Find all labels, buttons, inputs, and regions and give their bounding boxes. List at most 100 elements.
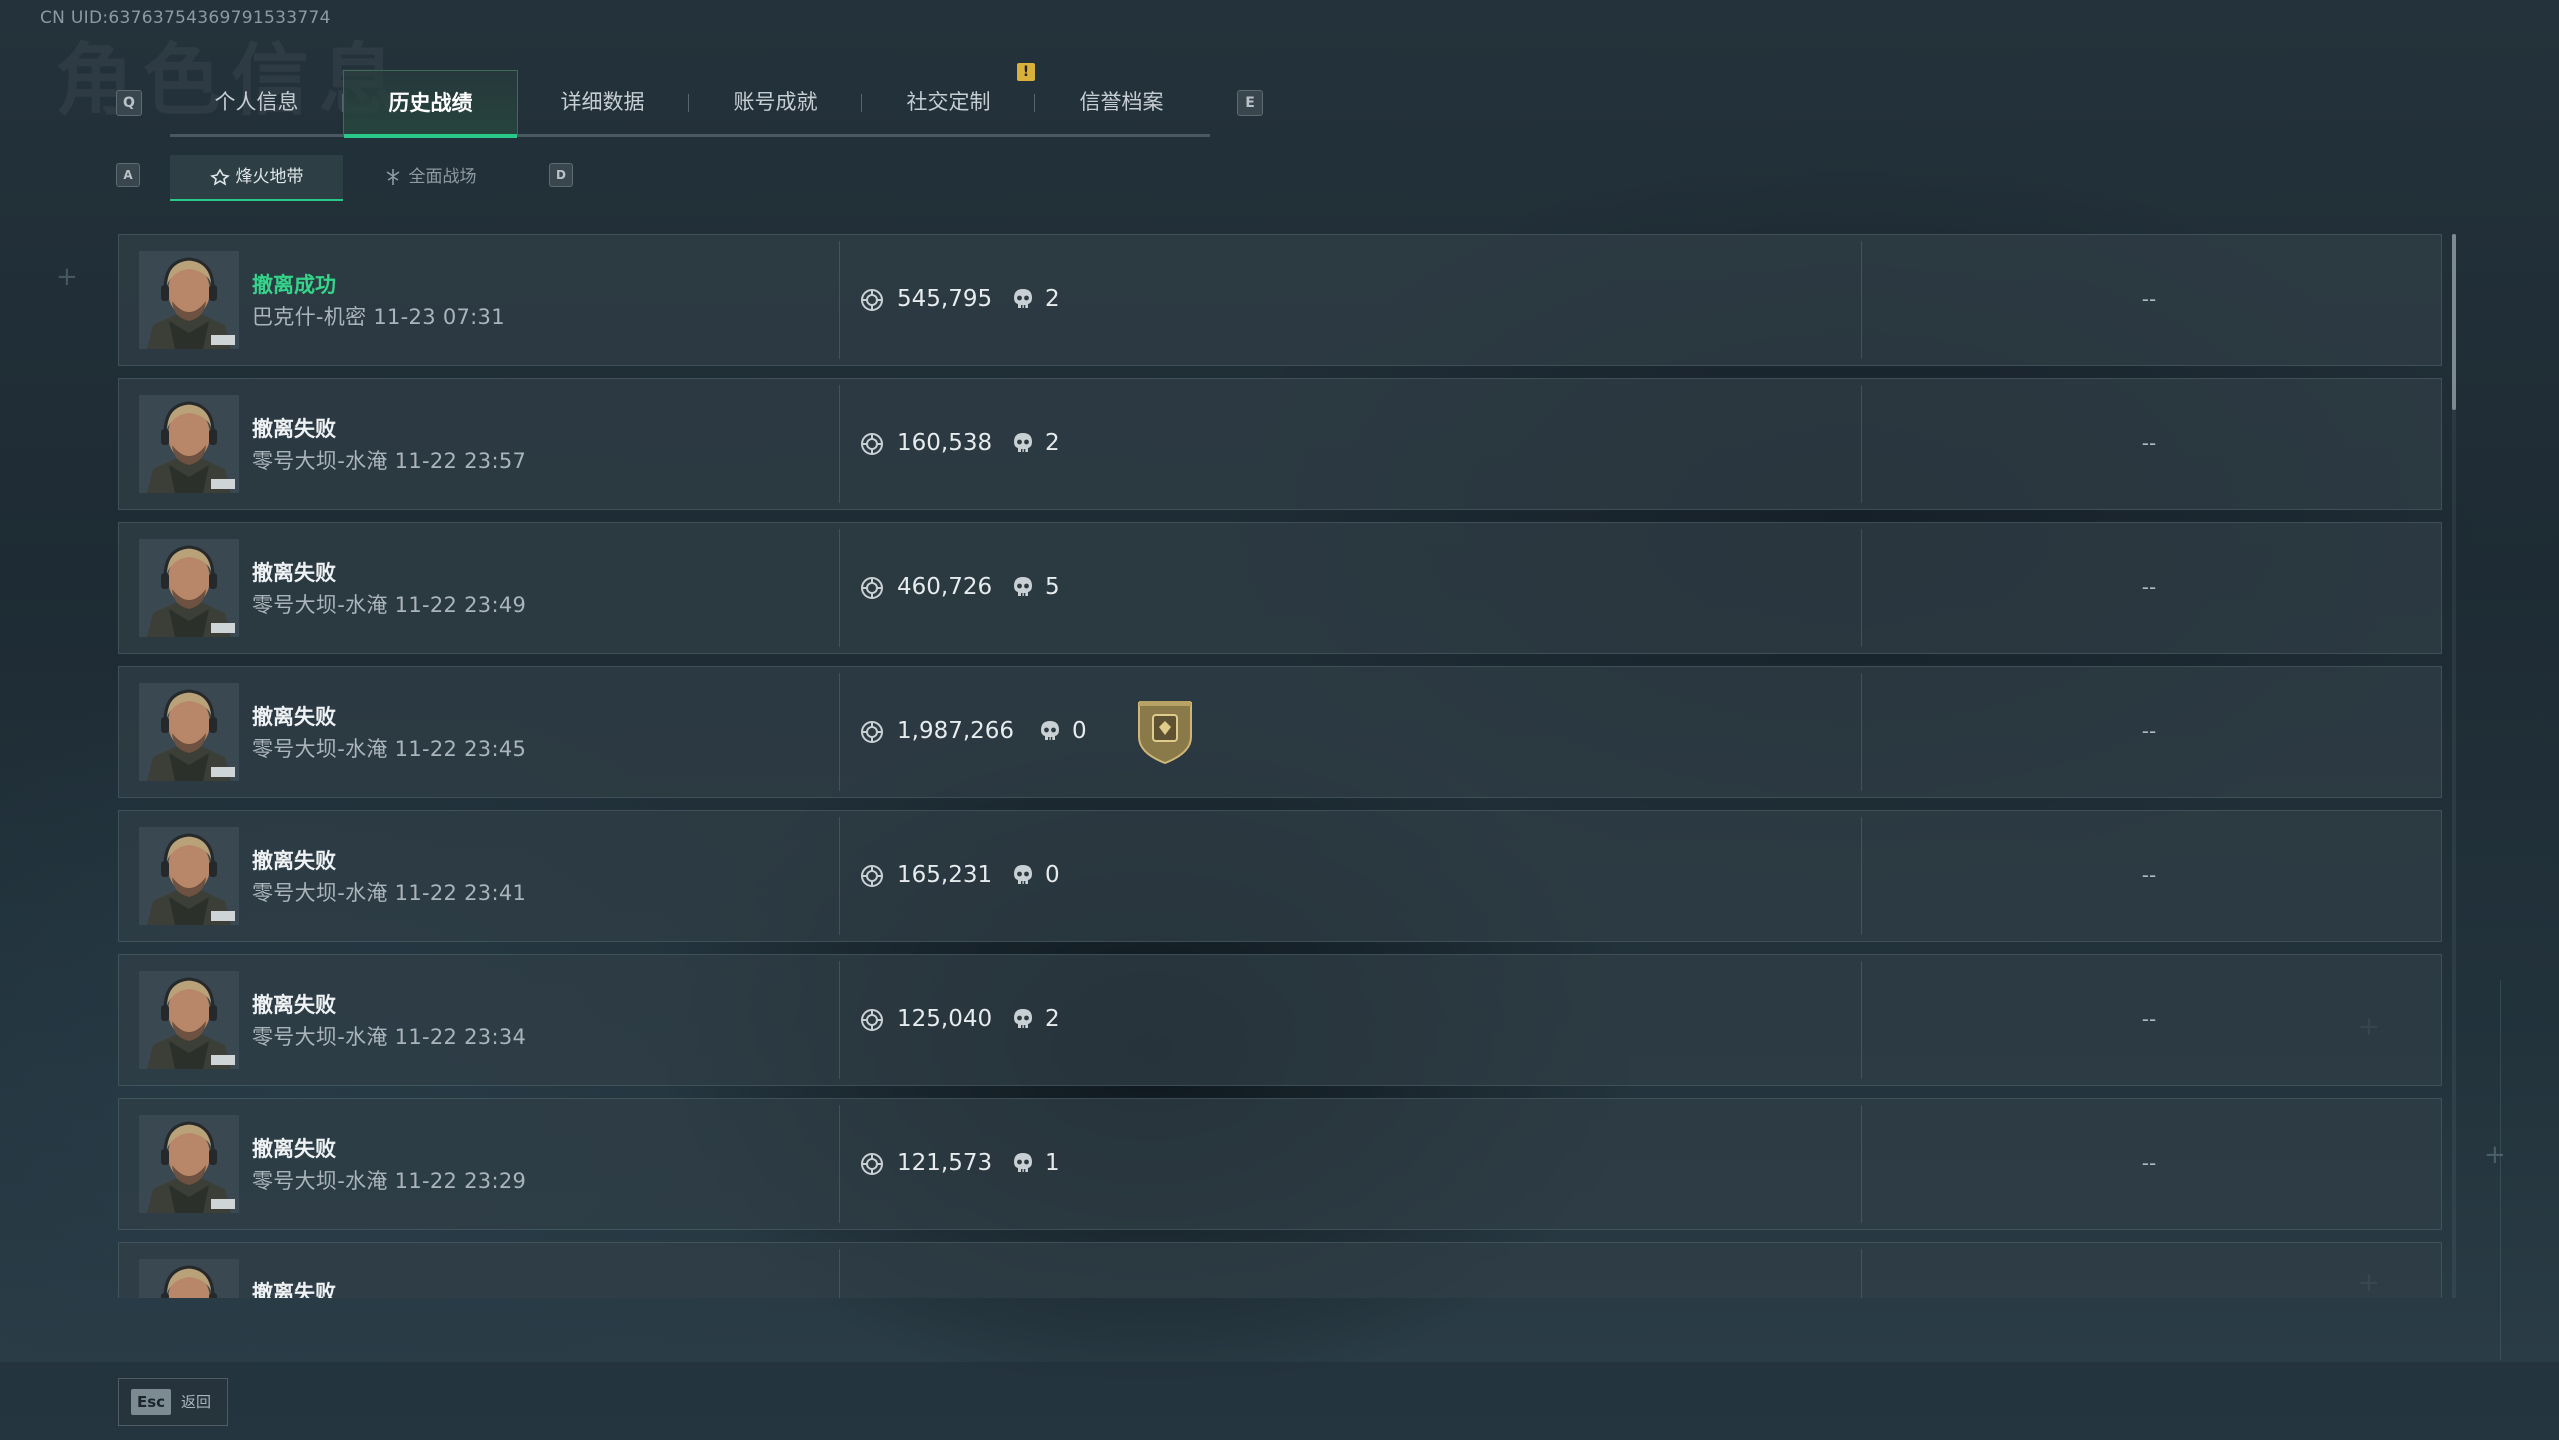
column-divider xyxy=(839,817,840,935)
tab-account-achievements[interactable]: 账号成就 xyxy=(689,70,862,134)
column-divider xyxy=(1861,1105,1862,1223)
crosshair-decoration: + xyxy=(56,262,78,292)
column-divider xyxy=(1861,673,1862,791)
extraction-status: 撤离失败 xyxy=(252,417,336,441)
skull-icon xyxy=(1012,1008,1034,1032)
extraction-status: 撤离失败 xyxy=(252,705,336,729)
match-row[interactable]: 撤离失败零号大坝-水淹 11-22 23:57 160,538 2 -- xyxy=(118,378,2442,510)
coin-icon xyxy=(860,432,884,456)
extracted-value: 165,231 xyxy=(897,862,993,888)
extracted-value: 1,987,266 xyxy=(897,718,1015,744)
extracted-value: 125,040 xyxy=(897,1006,993,1032)
kill-count: 5 xyxy=(1045,574,1060,600)
extraction-status: 撤离成功 xyxy=(252,273,336,297)
skull-icon xyxy=(1012,1152,1034,1176)
column-divider xyxy=(839,385,840,503)
operator-avatar xyxy=(139,539,239,637)
column-divider xyxy=(839,529,840,647)
grid-line-decoration xyxy=(2500,980,2501,1360)
back-button-label: 返回 xyxy=(181,1393,212,1411)
match-row[interactable]: 撤离失败 零号大坝-水淹 11-22 23:34 125,040 2 -- xyxy=(118,954,2442,1086)
extraction-mode-icon xyxy=(209,168,230,186)
coin-icon xyxy=(860,576,884,600)
tab-personal-info[interactable]: 个人信息 xyxy=(170,70,343,134)
next-mode-key-hint[interactable]: D xyxy=(549,163,573,187)
map-and-time: 零号大坝-水淹 11-22 23:29 xyxy=(252,1169,527,1193)
skull-icon xyxy=(1012,432,1034,456)
column-divider xyxy=(1861,529,1862,647)
coin-icon xyxy=(860,1008,884,1032)
column-divider xyxy=(1861,817,1862,935)
main-tab-bar: 个人信息 历史战绩 详细数据 账号成就 社交定制 信誉档案 xyxy=(170,70,1210,138)
operator-avatar xyxy=(139,683,239,781)
prev-tab-key-hint[interactable]: Q xyxy=(116,90,142,116)
extra-info: -- xyxy=(2141,1007,2157,1031)
column-divider xyxy=(839,673,840,791)
match-row[interactable]: 撤离失败零号大坝-水淹 11-22 23:41 165,231 0 -- xyxy=(118,810,2442,942)
match-row[interactable]: 撤离失败 xyxy=(118,1242,2442,1298)
kill-count: 0 xyxy=(1045,862,1060,888)
map-and-time: 巴克什-机密 11-23 07:31 xyxy=(252,305,505,329)
column-divider xyxy=(1861,1249,1862,1298)
kill-count: 2 xyxy=(1045,286,1060,312)
extracted-value: 160,538 xyxy=(897,430,993,456)
map-and-time: 零号大坝-水淹 11-22 23:34 xyxy=(252,1025,527,1049)
operator-avatar xyxy=(139,971,239,1069)
footer-bar xyxy=(0,1362,2559,1440)
map-and-time: 零号大坝-水淹 11-22 23:41 xyxy=(252,881,527,905)
tab-social-customization[interactable]: 社交定制 xyxy=(862,70,1035,134)
operator-avatar xyxy=(139,1115,239,1213)
extraction-status: 撤离失败 xyxy=(252,849,336,873)
tab-warfare-mode-label: 全面战场 xyxy=(408,167,477,187)
operator-avatar xyxy=(139,1259,239,1298)
extra-info: -- xyxy=(2141,863,2157,887)
match-history-list: 撤离成功 巴克什-机密 11-23 07:31 545,795 2 -- 撤离失败 零号大坝… xyxy=(118,234,2442,1298)
match-row[interactable]: 撤离成功 巴克什-机密 11-23 07:31 545,795 2 -- xyxy=(118,234,2442,366)
map-and-time: 零号大坝-水淹 11-22 23:49 xyxy=(252,593,527,617)
operator-avatar xyxy=(139,395,239,493)
esc-key-hint: Esc xyxy=(131,1389,171,1415)
extracted-value: 460,726 xyxy=(897,574,993,600)
map-and-time: 零号大坝-水淹 11-22 23:57 xyxy=(252,449,527,473)
extracted-value: 121,573 xyxy=(897,1150,993,1176)
kill-count: 0 xyxy=(1072,718,1087,744)
column-divider xyxy=(1861,241,1862,359)
tab-detailed-data[interactable]: 详细数据 xyxy=(516,70,689,134)
extraction-status: 撤离失败 xyxy=(252,561,336,585)
column-divider xyxy=(839,961,840,1079)
tab-extraction-mode-label: 烽火地带 xyxy=(235,167,304,187)
match-row[interactable]: 撤离失败零号大坝-水淹 11-22 23:45 1,987,266 0 -- xyxy=(118,666,2442,798)
scrollbar-thumb[interactable] xyxy=(2452,234,2456,410)
next-tab-key-hint[interactable]: E xyxy=(1237,90,1263,116)
coin-icon xyxy=(860,288,884,312)
coin-icon xyxy=(860,720,884,744)
match-row[interactable]: 撤离失败 零号大坝-水淹 11-22 23:29 121,573 1 -- xyxy=(118,1098,2442,1230)
column-divider xyxy=(839,241,840,359)
match-row[interactable]: 撤离失败零号大坝-水淹 11-22 23:49 460,726 5 -- xyxy=(118,522,2442,654)
back-button[interactable]: Esc 返回 xyxy=(118,1378,228,1426)
tab-match-history[interactable]: 历史战绩 xyxy=(343,70,518,138)
extra-info: -- xyxy=(2141,1151,2157,1175)
medal-badge-icon[interactable] xyxy=(1135,697,1195,765)
column-divider xyxy=(839,1105,840,1223)
tab-warfare-mode[interactable]: 全面战场 xyxy=(343,155,516,199)
column-divider xyxy=(1861,385,1862,503)
column-divider xyxy=(839,1249,840,1298)
skull-icon xyxy=(1039,720,1061,744)
extra-info: -- xyxy=(2141,575,2157,599)
warfare-mode-icon xyxy=(386,169,399,185)
coin-icon xyxy=(860,864,884,888)
tab-reputation-file[interactable]: 信誉档案 xyxy=(1035,70,1208,134)
prev-mode-key-hint[interactable]: A xyxy=(116,163,140,187)
extra-info: -- xyxy=(2141,287,2157,311)
skull-icon xyxy=(1012,576,1034,600)
operator-avatar xyxy=(139,251,239,349)
tab-extraction-mode[interactable]: 烽火地带 xyxy=(170,155,343,201)
kill-count: 1 xyxy=(1045,1150,1060,1176)
kill-count: 2 xyxy=(1045,430,1060,456)
map-and-time: 零号大坝-水淹 11-22 23:45 xyxy=(252,737,527,761)
extra-info: -- xyxy=(2141,719,2157,743)
skull-icon xyxy=(1012,864,1034,888)
extra-info: -- xyxy=(2141,431,2157,455)
extraction-status: 撤离失败 xyxy=(252,993,336,1017)
